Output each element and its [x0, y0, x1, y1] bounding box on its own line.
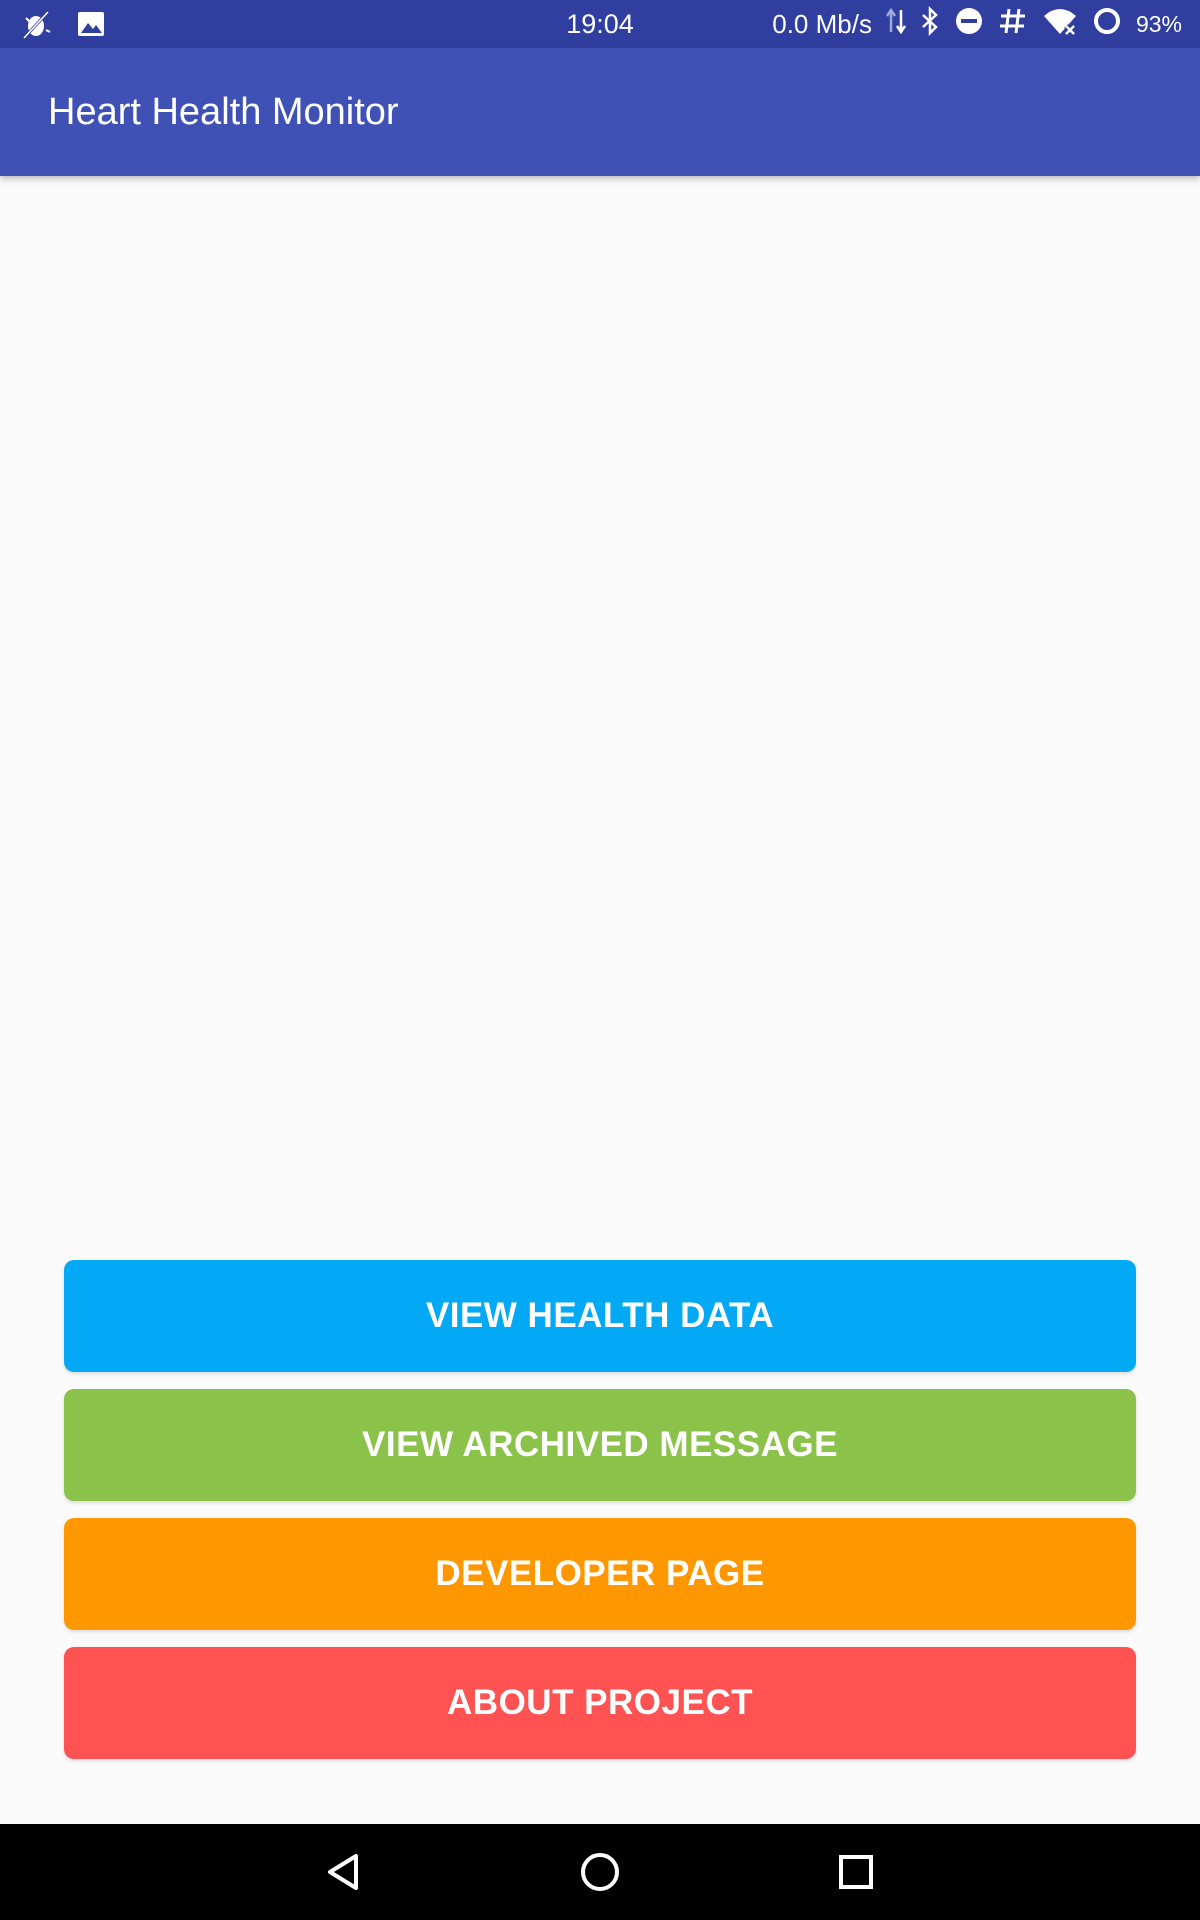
hash-icon: [998, 6, 1028, 42]
main-content: VIEW HEALTH DATA VIEW ARCHIVED MESSAGE D…: [0, 176, 1200, 1824]
home-icon[interactable]: [576, 1848, 624, 1896]
network-speed: 0.0 Mb/s: [772, 8, 872, 39]
developer-page-button[interactable]: DEVELOPER PAGE: [64, 1518, 1136, 1630]
bluetooth-icon: [920, 5, 940, 43]
battery-percent: 93%: [1135, 10, 1182, 37]
status-bar: 19:04 0.0 Mb/s 93%: [0, 0, 1200, 48]
do-not-disturb-icon: [954, 6, 984, 43]
about-project-button[interactable]: ABOUT PROJECT: [64, 1647, 1136, 1759]
app-bar: Heart Health Monitor: [0, 48, 1200, 176]
back-icon[interactable]: [320, 1848, 368, 1896]
battery-ring-icon: [1092, 6, 1122, 43]
recents-icon[interactable]: [832, 1848, 880, 1896]
data-arrows-icon: [885, 6, 906, 43]
wifi-icon: [1042, 6, 1078, 43]
view-health-data-button[interactable]: VIEW HEALTH DATA: [64, 1260, 1136, 1372]
view-archived-message-button[interactable]: VIEW ARCHIVED MESSAGE: [64, 1389, 1136, 1501]
navigation-bar: [0, 1824, 1200, 1920]
app-title: Heart Health Monitor: [48, 91, 399, 133]
